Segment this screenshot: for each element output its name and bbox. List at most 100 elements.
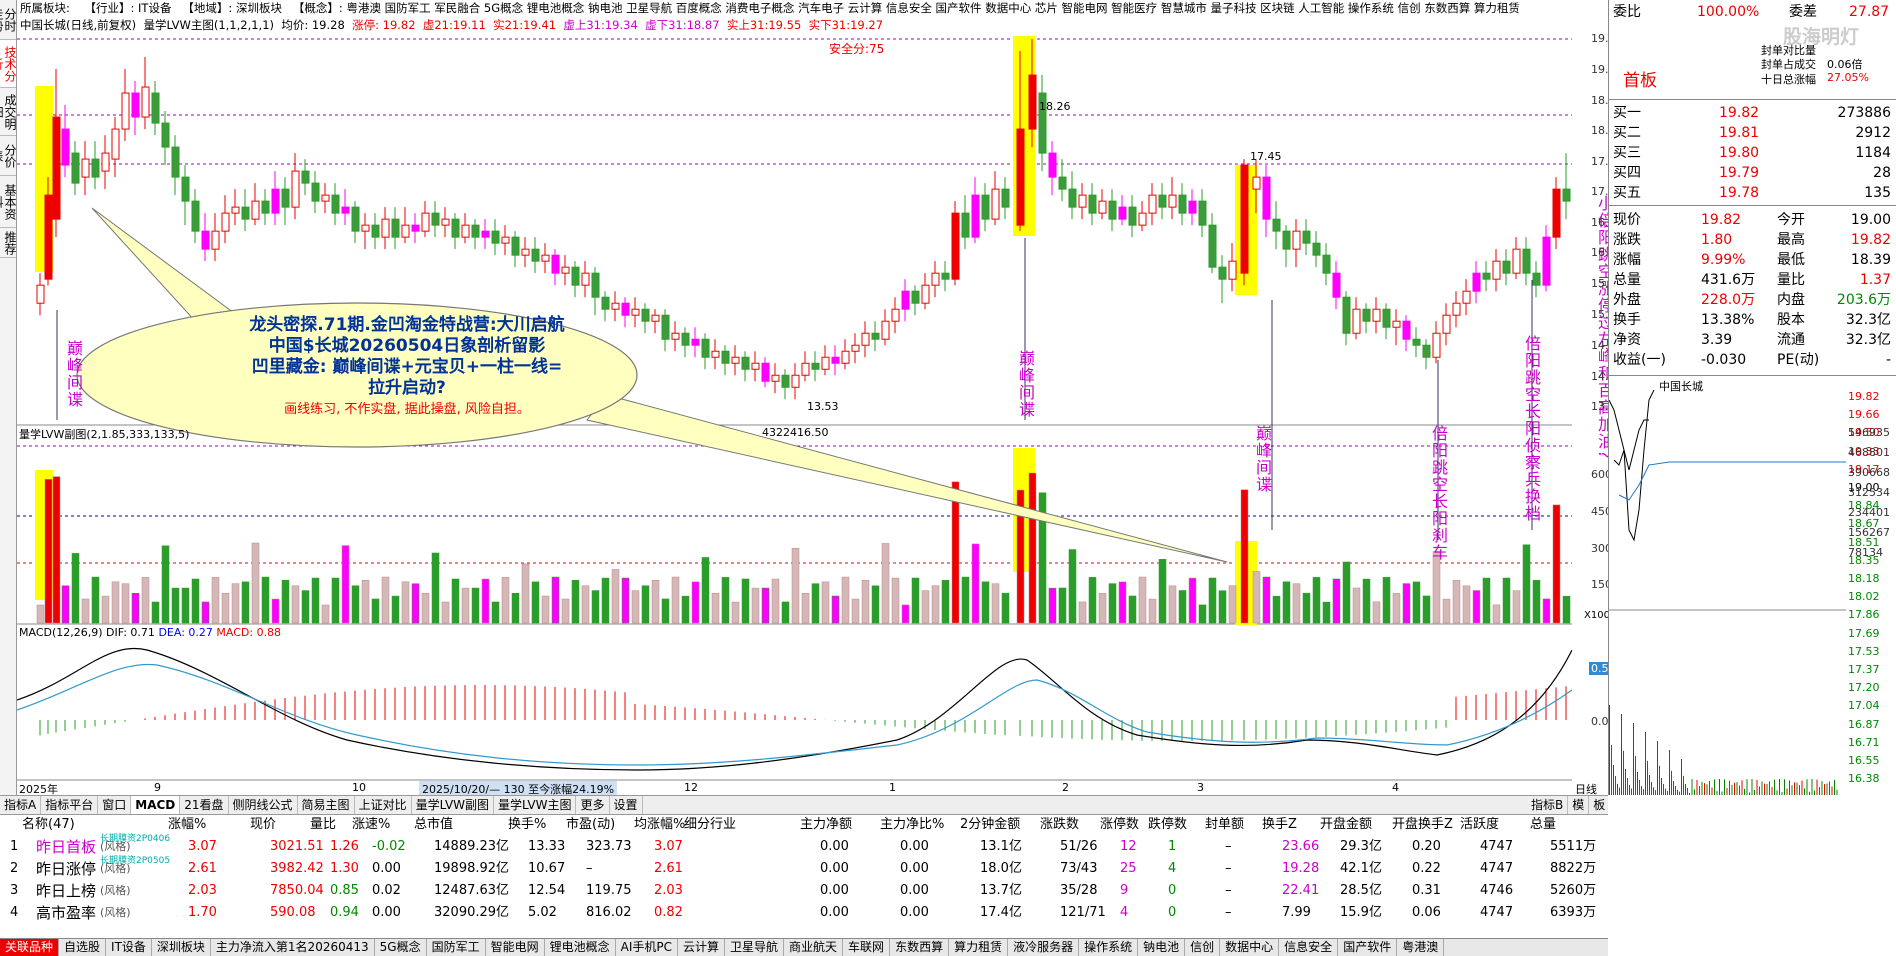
date-m4: 4 xyxy=(1392,781,1399,794)
sector-tab[interactable]: 商业航天 xyxy=(784,939,844,956)
indicator-tab-right[interactable]: 指标B xyxy=(1527,796,1569,814)
sector-tab[interactable]: 锂电池概念 xyxy=(545,939,616,956)
table-cell: 13.1亿 xyxy=(980,839,1022,854)
sector-tab[interactable]: AI手机PC xyxy=(616,939,678,956)
sector-tab[interactable]: 深圳板块 xyxy=(152,939,211,956)
table-header[interactable]: 2分钟金额 xyxy=(960,815,1020,835)
sector-tab[interactable]: 钠电池 xyxy=(1138,939,1186,956)
table-header[interactable]: 封单额 xyxy=(1205,815,1244,835)
table-row[interactable]: 4 高市盈率 (风格) 1.70 590.08 0.94 0.00 32090.29亿 5.02… xyxy=(0,902,1608,924)
table-header[interactable]: 总市值 xyxy=(414,815,453,835)
indicator-tab[interactable]: 更多 xyxy=(576,796,610,814)
indicator-tab[interactable]: 侧阴线公式 xyxy=(229,796,298,814)
mini-price-tick: 18.18 xyxy=(1848,572,1880,585)
table-header[interactable]: 均涨幅% xyxy=(634,815,685,835)
table-header[interactable]: 量比 xyxy=(310,815,336,835)
indicator-tab[interactable]: 窗口 xyxy=(98,796,132,814)
sector-tab[interactable]: 算力租赁 xyxy=(949,939,1009,956)
sector-tab[interactable]: 关联品种 xyxy=(0,939,60,956)
sector-tab[interactable]: 信息安全 xyxy=(1279,939,1339,956)
table-cell: 19898.92亿 xyxy=(434,861,510,876)
table-cell: 1.30 xyxy=(330,861,359,876)
sector-tab[interactable]: 车联网 xyxy=(843,939,891,956)
stat-label: 涨幅 xyxy=(1613,252,1641,268)
row-index: 2 xyxy=(10,861,19,876)
table-cell: 18.0亿 xyxy=(980,861,1022,876)
table-header[interactable]: 活跃度 xyxy=(1460,815,1499,835)
table-header[interactable]: 涨幅% xyxy=(168,815,206,835)
buy-volume: 135 xyxy=(1864,185,1891,201)
table-cell: 1.26 xyxy=(330,839,359,854)
table-cell: 4747 xyxy=(1480,905,1514,920)
table-cell: 32090.29亿 xyxy=(434,905,510,920)
table-header[interactable]: 主力净额 xyxy=(800,815,852,835)
indicator-tab[interactable]: 指标平台 xyxy=(41,796,99,814)
table-header[interactable]: 涨跌数 xyxy=(1040,815,1079,835)
tab-tuijian[interactable]: 推荐 xyxy=(0,228,17,258)
sector-tab[interactable]: 信创 xyxy=(1185,939,1221,956)
sector-tab[interactable]: 主力净流入第1名20260413 xyxy=(211,939,375,956)
table-cell: 0.00 xyxy=(820,839,849,854)
tab-jiben[interactable]: 基本资料 xyxy=(0,176,17,228)
tab-chengjiao[interactable]: 成交明细 xyxy=(0,88,17,136)
table-row[interactable]: 2 昨日涨停 (风格) 长期膜资2P0505 2.61 3982.42 1.30 0.00 19… xyxy=(0,856,1608,880)
volume-bars xyxy=(36,472,1571,624)
mini-price-tick: 16.38 xyxy=(1848,772,1880,786)
table-row[interactable]: 3 昨日上榜 (风格) 2.03 7850.04 0.85 0.02 12487.63亿 12.… xyxy=(0,880,1608,902)
stat-label: 换手 xyxy=(1613,312,1641,328)
table-cell: 4 xyxy=(1168,861,1177,876)
table-row[interactable]: 1 昨日首板 (风格) 长期膜资2P0406 3.07 3021.51 1.26 -0.02 1… xyxy=(0,834,1608,858)
table-header[interactable]: 主力净比% xyxy=(880,815,944,835)
sector-tab[interactable]: 液冷服务器 xyxy=(1008,939,1080,956)
table-header[interactable]: 开盘换手Z xyxy=(1392,815,1453,835)
indicator-tab[interactable]: 量学LVW副图 xyxy=(412,796,495,814)
table-header[interactable]: 跌停数 xyxy=(1148,815,1187,835)
indicator-tab-right[interactable]: 板 xyxy=(1589,796,1608,814)
tab-fenjia[interactable]: 分价表 xyxy=(0,136,17,176)
sector-tab[interactable]: 国防军工 xyxy=(427,939,486,956)
buy-label: 买五 xyxy=(1613,185,1641,201)
stat-value: 431.6万 xyxy=(1701,272,1756,288)
indicator-tab[interactable]: 21看盘 xyxy=(180,796,229,814)
chart-area[interactable]: 所属板块: 【行业】: IT设备 【地域】: 深圳板块 【概念】: 粤港澳 国防… xyxy=(17,0,1626,797)
indicator-tab-right[interactable]: 模 xyxy=(1568,796,1590,814)
row-name: 昨日上榜 xyxy=(36,882,97,900)
stat-label: 净资 xyxy=(1613,332,1641,348)
indicator-tab[interactable]: 上证对比 xyxy=(355,796,412,814)
stat-label: 现价 xyxy=(1613,212,1641,228)
table-header[interactable]: 开盘金额 xyxy=(1320,815,1372,835)
row-name: 昨日涨停 xyxy=(36,860,97,878)
indicator-tab[interactable]: 简易主图 xyxy=(298,796,355,814)
sector-tab[interactable]: 5G概念 xyxy=(375,939,427,956)
indicator-tab[interactable]: 指标A xyxy=(0,796,42,814)
table-cell: 0.06 xyxy=(1412,905,1441,920)
table-header[interactable]: 总量 xyxy=(1530,815,1556,835)
sector-tab[interactable]: 国产软件 xyxy=(1338,939,1398,956)
indicator-tab[interactable]: MACD xyxy=(131,796,181,814)
indicator-tab[interactable]: 量学LVW主图 xyxy=(494,796,577,814)
stat-value: 1.80 xyxy=(1701,232,1733,248)
sector-tab[interactable]: 自选股 xyxy=(59,939,107,956)
table-header[interactable]: 涨速% xyxy=(352,815,390,835)
table-header[interactable]: 现价 xyxy=(250,815,276,835)
table-header[interactable]: 换手% xyxy=(508,815,546,835)
sector-tab[interactable]: 东数西算 xyxy=(890,939,950,956)
table-header[interactable]: 换手Z xyxy=(1262,815,1297,835)
sector-tab[interactable]: IT设备 xyxy=(106,939,152,956)
table-header[interactable]: 细分行业 xyxy=(684,815,736,835)
sector-tab[interactable]: 智能电网 xyxy=(486,939,545,956)
buy-price: 19.80 xyxy=(1719,145,1760,161)
tab-jishu[interactable]: 技术分析 xyxy=(0,40,17,88)
tab-fenshi[interactable]: 分时走势 xyxy=(0,0,17,40)
sector-tab[interactable]: 粤港澳 xyxy=(1397,939,1445,956)
table-cell: 0.22 xyxy=(1412,861,1441,876)
table-header[interactable]: 名称(47) xyxy=(22,815,75,835)
table-cell: 0.00 xyxy=(900,883,929,898)
sector-tab[interactable]: 数据中心 xyxy=(1220,939,1280,956)
sector-tab[interactable]: 卫星导航 xyxy=(725,939,785,956)
table-header[interactable]: 涨停数 xyxy=(1100,815,1139,835)
indicator-tab[interactable]: 设置 xyxy=(610,796,643,814)
sector-tab[interactable]: 操作系统 xyxy=(1079,939,1139,956)
sector-tab[interactable]: 云计算 xyxy=(678,939,726,956)
table-header[interactable]: 市盈(动) xyxy=(566,815,615,835)
